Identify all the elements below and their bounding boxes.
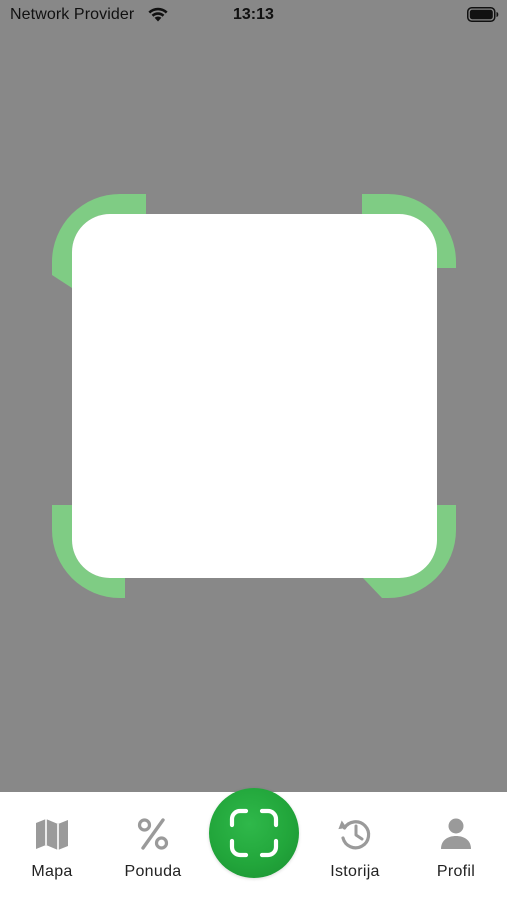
battery-full-icon <box>467 7 499 22</box>
scan-icon <box>229 808 279 858</box>
scan-button[interactable] <box>209 788 299 878</box>
tab-offer[interactable]: Ponuda <box>108 810 198 882</box>
tab-map[interactable]: Mapa <box>7 810 97 882</box>
scanner-viewfinder <box>0 30 507 792</box>
wifi-icon <box>148 7 168 22</box>
tab-offer-label: Ponuda <box>124 863 182 880</box>
status-bar: Network Provider 13:13 <box>0 0 507 30</box>
tab-history[interactable]: Istorija <box>310 810 400 882</box>
tab-history-label: Istorija <box>330 863 380 880</box>
person-icon <box>441 818 471 849</box>
status-time: 13:13 <box>233 6 274 23</box>
tab-map-label: Mapa <box>31 863 73 880</box>
carrier-name: Network Provider <box>10 6 135 23</box>
tab-profile[interactable]: Profil <box>411 810 501 882</box>
scan-window <box>72 214 437 578</box>
percent-icon <box>137 818 169 850</box>
tab-profile-label: Profil <box>436 863 476 880</box>
map-icon <box>36 819 68 850</box>
history-icon <box>338 820 371 850</box>
